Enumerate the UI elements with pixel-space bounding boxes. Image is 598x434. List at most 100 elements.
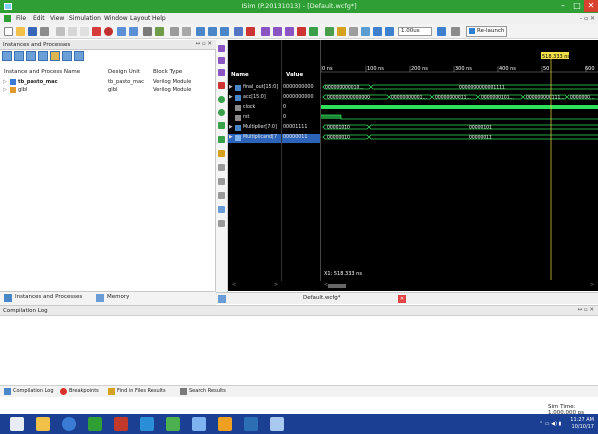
filter-icon[interactable]: [26, 51, 36, 61]
expand-chevron-icon[interactable]: ▷: [3, 87, 7, 93]
col-block-type[interactable]: Block Type: [153, 69, 182, 75]
windows-start-icon[interactable]: [10, 417, 24, 431]
tab-find-in-files[interactable]: Find in Files Results: [108, 388, 166, 395]
pin-icon[interactable]: [170, 27, 179, 36]
scroll-right-icon[interactable]: >: [274, 282, 278, 288]
wave-scroll-strip[interactable]: < > < >: [228, 281, 598, 291]
marker-tool-icon[interactable]: [218, 82, 225, 89]
go-start-icon[interactable]: [218, 96, 225, 103]
tab-compilation-log[interactable]: Compilation Log: [4, 388, 54, 395]
cursor-tool-icon[interactable]: [218, 45, 225, 52]
next-transition-icon[interactable]: [218, 136, 225, 143]
system-tray-icons[interactable]: ⌃ ▭ ◀) ▮: [539, 421, 561, 427]
isim-icon[interactable]: [244, 417, 258, 431]
go-to-time-icon[interactable]: [309, 27, 318, 36]
signal-multiplier[interactable]: ▶ Multiplier[7:0]: [228, 124, 281, 133]
snap-icon[interactable]: [218, 178, 225, 185]
go-end-icon[interactable]: [218, 109, 225, 116]
scroll-left-icon[interactable]: <: [232, 282, 236, 288]
tab-default-wcfg[interactable]: Default.wcfg*: [303, 295, 341, 301]
zoom-out-icon[interactable]: [273, 27, 282, 36]
sort-icon[interactable]: [38, 51, 48, 61]
expand-all-icon[interactable]: [2, 51, 12, 61]
ise-icon[interactable]: [218, 417, 232, 431]
wave-multiplicand[interactable]: [322, 134, 598, 140]
value-rst[interactable]: 0: [282, 114, 320, 123]
prev-transition-icon[interactable]: [218, 122, 225, 129]
open-folder-icon[interactable]: [16, 27, 25, 36]
tab-breakpoints[interactable]: Breakpoints: [60, 388, 99, 395]
waveform-pane[interactable]: 518.333 ns 0 ns 100 ns 200 ns 300 ns 400…: [320, 40, 598, 291]
app-green-icon[interactable]: [166, 417, 180, 431]
divider-icon[interactable]: [218, 192, 225, 199]
signal-rst[interactable]: rst: [228, 114, 281, 123]
zoom-cursor-icon[interactable]: [297, 27, 306, 36]
add-wave-icon[interactable]: [62, 51, 72, 61]
expand-chevron-icon[interactable]: ▶: [229, 125, 233, 130]
save-icon[interactable]: [28, 27, 37, 36]
wave-clock[interactable]: [321, 105, 598, 109]
calculator-icon[interactable]: [192, 417, 206, 431]
maximize-button[interactable]: □: [570, 0, 584, 12]
stop-icon[interactable]: [104, 27, 113, 36]
expand-chevron-icon[interactable]: ▶: [229, 95, 233, 100]
cursor-icon[interactable]: [234, 27, 243, 36]
file-explorer-icon[interactable]: [36, 417, 50, 431]
sim-break-icon[interactable]: [349, 27, 358, 36]
window-icon[interactable]: [220, 27, 229, 36]
value-final-out[interactable]: 0000000000: [282, 84, 320, 93]
expand-chevron-icon[interactable]: ▶: [229, 85, 233, 90]
layout-icon[interactable]: [196, 27, 205, 36]
waveform-canvas[interactable]: 518.333 ns 0 ns 100 ns 200 ns 300 ns 400…: [321, 40, 598, 291]
value-multiplicand[interactable]: 00000011: [282, 134, 320, 143]
value-clock[interactable]: 0: [282, 104, 320, 113]
run-time-field[interactable]: 1.00us: [398, 27, 432, 36]
panel-controls-icon[interactable]: ↔ ▫ ✕: [578, 307, 594, 313]
zoom-in-icon[interactable]: [261, 27, 270, 36]
expand-chevron-icon[interactable]: ▶: [229, 135, 233, 140]
pause-icon[interactable]: [451, 27, 460, 36]
menu-window[interactable]: Window: [104, 15, 128, 22]
menu-file[interactable]: File: [16, 15, 26, 22]
menu-layout[interactable]: Layout: [130, 15, 150, 22]
redo-icon[interactable]: [129, 27, 138, 36]
run-all-icon[interactable]: [373, 27, 382, 36]
zoom-area-icon[interactable]: [218, 69, 225, 76]
find-next-icon[interactable]: [155, 27, 164, 36]
tree-row-glbl[interactable]: ▷ glbl glbl Verilog Module: [0, 87, 215, 95]
cut-icon[interactable]: [56, 27, 65, 36]
wave-scroll-right-icon[interactable]: >: [590, 282, 594, 288]
signal-acc[interactable]: ▶ acc[15:0]: [228, 94, 281, 103]
menu-edit[interactable]: Edit: [33, 15, 45, 22]
taskbar-clock[interactable]: 11:27 AM 10/10/17: [570, 417, 594, 431]
panel-controls-icon[interactable]: ↔ ▫ ✕: [196, 41, 212, 47]
zoom-fit-icon[interactable]: [285, 27, 294, 36]
sim-step-icon[interactable]: [337, 27, 346, 36]
acrobat-icon[interactable]: [114, 417, 128, 431]
paste-icon[interactable]: [80, 27, 89, 36]
show-source-icon[interactable]: [74, 51, 84, 61]
menu-help[interactable]: Help: [152, 15, 166, 22]
marker-icon[interactable]: [246, 27, 255, 36]
close-tab-icon[interactable]: ✕: [398, 295, 406, 303]
signal-clock[interactable]: clock: [228, 104, 281, 113]
close-button[interactable]: ✕: [584, 0, 598, 12]
group-icon[interactable]: [218, 206, 225, 213]
signal-final-out[interactable]: ▶ final_out[15:0]: [228, 84, 281, 93]
restart-icon[interactable]: [325, 27, 334, 36]
step-icon[interactable]: [437, 27, 446, 36]
find-icon[interactable]: [143, 27, 152, 36]
mdi-controls-icon[interactable]: - ▫ ✕: [580, 15, 595, 22]
value-acc[interactable]: 0000000000: [282, 94, 320, 103]
print-icon[interactable]: [40, 27, 49, 36]
tab-instances-processes[interactable]: Instances and Processes: [4, 294, 82, 302]
signal-multiplicand[interactable]: ▶ Multiplicand[7: [228, 134, 281, 143]
hdl-icon[interactable]: [50, 51, 60, 61]
layout-alt-icon[interactable]: [208, 27, 217, 36]
value-multiplier[interactable]: 00001111: [282, 124, 320, 133]
zoom-icon[interactable]: [182, 27, 191, 36]
swap-cursors-icon[interactable]: [218, 164, 225, 171]
virtual-bus-icon[interactable]: [218, 220, 225, 227]
wave-scroll-thumb[interactable]: [328, 284, 346, 288]
col-design-unit[interactable]: Design Unit: [108, 69, 140, 75]
